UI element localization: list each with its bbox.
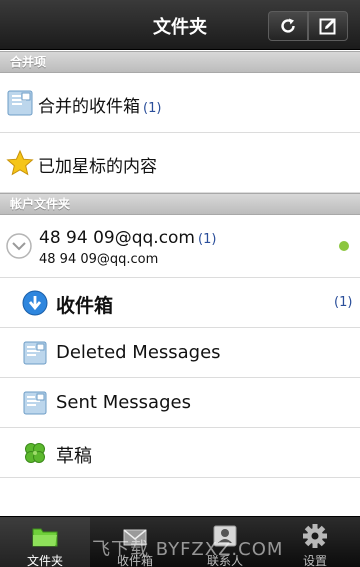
refresh-icon xyxy=(281,18,295,33)
tab-folders-label: 文件夹 xyxy=(26,554,63,567)
folder-icon xyxy=(23,341,47,365)
list-item-merged-inbox[interactable]: 合并的收件箱 (1) xyxy=(0,73,360,133)
tab-settings[interactable]: 设置 xyxy=(270,517,360,567)
sent-messages-label: Sent Messages xyxy=(56,392,191,413)
starred-label: 已加星标的内容 xyxy=(38,157,157,177)
compose-button[interactable] xyxy=(308,11,348,41)
chevron-down-icon[interactable] xyxy=(5,232,33,260)
clover-icon xyxy=(25,443,45,463)
folder-icon xyxy=(23,391,47,415)
deleted-messages-label: Deleted Messages xyxy=(56,342,221,363)
folder-row-sent[interactable]: Sent Messages xyxy=(0,378,360,428)
account-row[interactable]: 48 94 09@qq.com (1) 48 94 09@qq.com xyxy=(0,215,360,278)
folder-row-deleted[interactable]: Deleted Messages xyxy=(0,328,360,378)
inbox-down-arrow-icon xyxy=(22,290,48,316)
merged-inbox-label: 合并的收件箱 xyxy=(38,97,140,117)
compose-icon xyxy=(319,18,336,35)
section-header-merged: 合并项 xyxy=(0,51,360,73)
refresh-button[interactable] xyxy=(268,11,308,41)
account-count: (1) xyxy=(198,232,217,247)
merged-inbox-count: (1) xyxy=(143,101,162,116)
list-item-starred[interactable]: 已加星标的内容 xyxy=(0,133,360,193)
account-status-dot xyxy=(339,241,349,251)
tab-settings-label: 设置 xyxy=(302,554,327,567)
title-bar: 文件夹 xyxy=(0,0,360,50)
bottom-tab-bar: 文件夹 收件箱 联系人 设置 飞下载 BYFZXZ.COM xyxy=(0,516,360,567)
drafts-label: 草稿 xyxy=(56,446,92,467)
tab-folders[interactable]: 文件夹 xyxy=(0,517,90,567)
gear-icon xyxy=(303,524,327,548)
account-name: 48 94 09@qq.com xyxy=(39,228,195,248)
watermark-text: 飞下载 BYFZXZ.COM xyxy=(92,539,284,560)
account-email: 48 94 09@qq.com xyxy=(39,252,159,267)
merged-folder-icon xyxy=(7,90,33,116)
section-header-accounts: 帐户文件夹 xyxy=(0,193,360,215)
folder-tab-icon xyxy=(32,528,58,547)
inbox-label: 收件箱 xyxy=(56,295,114,317)
folder-row-drafts[interactable]: 草稿 xyxy=(0,428,360,478)
folder-row-inbox[interactable]: 收件箱 (1) xyxy=(0,278,360,328)
inbox-count: (1) xyxy=(334,295,353,310)
star-icon xyxy=(6,149,34,176)
